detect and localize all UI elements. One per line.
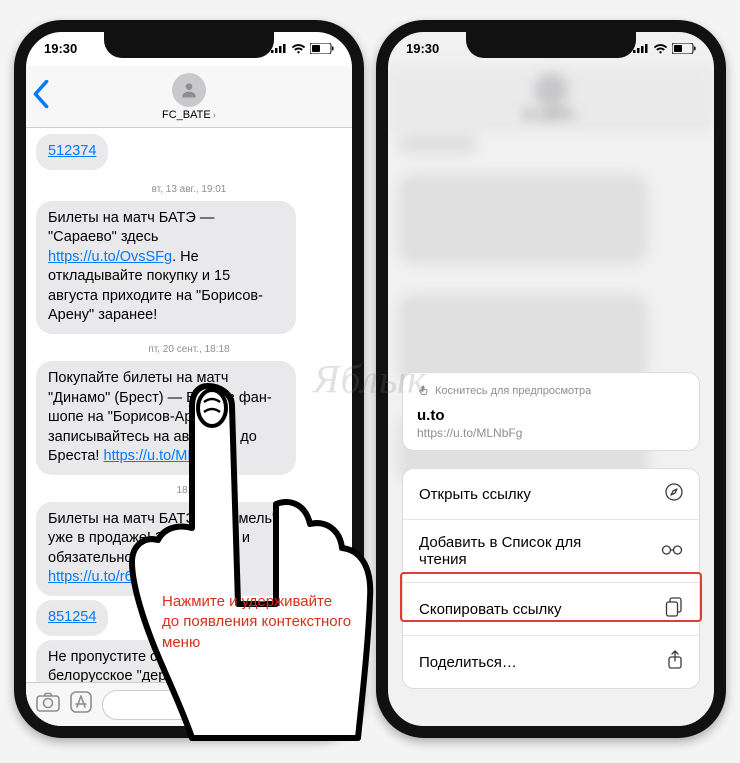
message-bubble[interactable]: Билеты на матч БАТЭ — "Гомель" уже в про…	[36, 502, 296, 596]
instruction-caption: Нажмите и удерживайте до появления конте…	[162, 592, 352, 653]
timestamp: вт, 13 авг., 19:01	[36, 184, 342, 195]
contact-header[interactable]: FC_BATE›	[162, 73, 216, 121]
appstore-icon[interactable]	[70, 691, 92, 718]
camera-icon[interactable]	[36, 692, 60, 717]
message-input[interactable]	[102, 690, 342, 720]
contact-name: FC_BATE	[162, 109, 211, 121]
copy-icon	[665, 597, 683, 621]
notch	[466, 30, 636, 58]
menu-label: Поделиться…	[419, 654, 517, 671]
status-time: 19:30	[406, 41, 439, 56]
timestamp: 18:01	[36, 485, 342, 496]
message-bubble[interactable]: Покупайте билеты на матч "Динамо" (Брест…	[36, 361, 296, 475]
link[interactable]: https://u.to/MLNbFg	[104, 448, 231, 464]
message-bubble[interactable]: 512374	[36, 134, 108, 170]
link-preview-card[interactable]: Коснитесь для предпросмотра u.to https:/…	[402, 372, 700, 451]
share-icon	[667, 650, 683, 674]
message-bubble[interactable]: 851254	[36, 600, 108, 636]
preview-title: u.to	[417, 407, 685, 424]
menu-copy-link[interactable]: Скопировать ссылку	[403, 583, 699, 636]
wifi-icon	[291, 43, 306, 54]
menu-open-link[interactable]: Открыть ссылку	[403, 469, 699, 520]
chevron-right-icon: ›	[213, 110, 216, 121]
messages-header: FC_BATE›	[26, 66, 352, 128]
screen-right: FC_BATE › Коснитесь для предпросмотра u.…	[388, 32, 714, 726]
hand-tap-icon	[417, 385, 429, 397]
avatar	[172, 73, 206, 107]
status-icons	[633, 43, 696, 54]
status-time: 19:30	[44, 41, 77, 56]
battery-icon	[672, 43, 696, 54]
wifi-icon	[653, 43, 668, 54]
menu-label: Открыть ссылку	[419, 486, 531, 503]
menu-label: Добавить в Список для чтения	[419, 534, 619, 568]
preview-tip: Коснитесь для предпросмотра	[417, 385, 685, 397]
menu-share[interactable]: Поделиться…	[403, 636, 699, 688]
compass-icon	[665, 483, 683, 505]
link[interactable]: 851254	[48, 609, 96, 625]
phone-right: 19:30 FC_BATE › Косни	[376, 20, 726, 738]
link[interactable]: https://u.to/r6d9Fg	[48, 569, 166, 585]
link[interactable]: 512374	[48, 143, 96, 159]
battery-icon	[310, 43, 334, 54]
notch	[104, 30, 274, 58]
composer	[26, 682, 352, 726]
menu-label: Скопировать ссылку	[419, 601, 562, 618]
status-icons	[271, 43, 334, 54]
glasses-icon	[661, 543, 683, 560]
message-bubble[interactable]: Билеты на матч БАТЭ — "Сараево" здесь ht…	[36, 201, 296, 334]
back-button[interactable]	[32, 80, 50, 113]
timestamp: пт, 20 сент., 18:18	[36, 344, 342, 355]
preview-url: https://u.to/MLNbFg	[417, 426, 685, 440]
link[interactable]: https://u.to/OvsSFg	[48, 249, 172, 265]
context-menu: Открыть ссылку Добавить в Список для чте…	[402, 468, 700, 689]
menu-add-reading-list[interactable]: Добавить в Список для чтения	[403, 520, 699, 583]
